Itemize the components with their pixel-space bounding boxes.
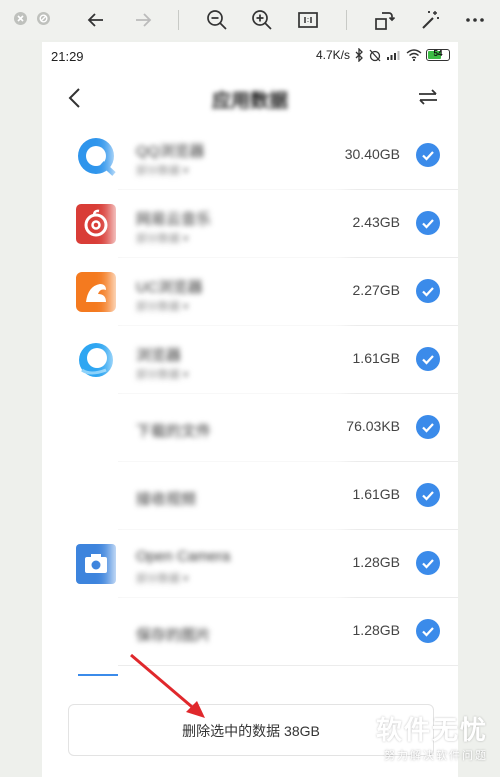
toolbar-divider xyxy=(346,10,347,30)
list-item[interactable]: Open Camera 部分数据 ▾ 1.28GB xyxy=(42,530,458,598)
checkbox-checked-icon[interactable] xyxy=(416,619,440,643)
app-name: 浏览器 xyxy=(136,347,182,364)
phone-screenshot: 21:29 4.7K/s 54 应用数据 QQ浏览器 部分数据 ▾ 30.40G… xyxy=(42,42,458,777)
app-name: 网易云音乐 xyxy=(136,211,212,228)
data-size: 2.27GB xyxy=(352,282,400,298)
checkbox-checked-icon[interactable] xyxy=(416,483,440,507)
checkbox-checked-icon[interactable] xyxy=(416,415,440,439)
bluetooth-icon xyxy=(355,48,363,62)
app-label-block: UC浏览器 部分数据 ▾ xyxy=(118,260,340,324)
data-size: 1.28GB xyxy=(352,554,400,570)
magic-wand-icon[interactable] xyxy=(418,8,442,32)
row-divider xyxy=(118,665,458,666)
qq-browser-icon xyxy=(78,138,116,176)
wifi-icon xyxy=(406,49,422,61)
app-name: 接收视频 xyxy=(136,491,197,508)
watermark-title: 软件无忧 xyxy=(375,715,488,745)
actual-size-icon[interactable] xyxy=(296,8,320,32)
rotate-icon[interactable] xyxy=(372,8,396,32)
data-size: 76.03KB xyxy=(346,418,400,434)
browser-icon xyxy=(79,343,113,377)
checkbox-checked-icon[interactable] xyxy=(416,279,440,303)
app-label-block: QQ浏览器 部分数据 ▾ xyxy=(118,124,340,188)
checkbox-checked-icon[interactable] xyxy=(416,551,440,575)
app-name: UC浏览器 xyxy=(136,279,203,296)
app-label-block: 接收视频 xyxy=(118,464,340,528)
app-subtitle: 部分数据 ▾ xyxy=(136,233,189,245)
checkbox-checked-icon[interactable] xyxy=(416,143,440,167)
data-size: 30.40GB xyxy=(344,146,400,162)
checkbox-checked-icon[interactable] xyxy=(416,211,440,235)
list-item[interactable]: 保存的图片 1.28GB xyxy=(42,598,458,666)
page-title: 应用数据 xyxy=(211,91,288,112)
battery-level: 54 xyxy=(433,49,443,58)
app-name: 下载的文件 xyxy=(136,423,212,440)
data-size: 1.61GB xyxy=(352,486,400,502)
status-bar: 21:29 4.7K/s 54 xyxy=(42,42,458,72)
list-item[interactable]: 浏览器 部分数据 ▾ 1.61GB xyxy=(42,326,458,394)
uc-browser-icon xyxy=(76,272,116,312)
checkbox-checked-icon[interactable] xyxy=(416,347,440,371)
signal-icon xyxy=(387,51,400,60)
app-name: 保存的图片 xyxy=(136,627,212,644)
status-time: 21:29 xyxy=(51,49,84,64)
data-size: 2.43GB xyxy=(352,214,400,230)
app-label-block: Open Camera 部分数据 ▾ xyxy=(118,532,340,596)
list-item[interactable]: UC浏览器 部分数据 ▾ 2.27GB xyxy=(42,258,458,326)
close-window-icon[interactable] xyxy=(14,12,27,25)
data-size: 1.61GB xyxy=(352,350,400,366)
app-subtitle: 部分数据 ▾ xyxy=(136,573,189,585)
zoom-out-icon[interactable] xyxy=(205,8,229,32)
watermark: 软件无忧 努力解决软件问题 xyxy=(376,710,488,763)
watermark-slogan: 努力解决软件问题 xyxy=(384,750,488,762)
app-label-block: 浏览器 部分数据 ▾ xyxy=(118,328,340,392)
more-icon[interactable] xyxy=(463,8,487,32)
camera-icon xyxy=(76,544,116,584)
viewer-toolbar xyxy=(0,0,500,40)
network-speed: 4.7K/s xyxy=(315,48,350,62)
list-item[interactable]: 下载的文件 76.03KB xyxy=(42,394,458,462)
forward-arrow-icon[interactable] xyxy=(131,8,155,32)
data-size: 1.28GB xyxy=(352,622,400,638)
list-item[interactable]: 网易云音乐 部分数据 ▾ 2.43GB xyxy=(42,190,458,258)
app-label-block: 保存的图片 xyxy=(118,600,340,664)
list-item[interactable]: QQ浏览器 部分数据 ▾ 30.40GB xyxy=(42,122,458,190)
app-subtitle: 部分数据 ▾ xyxy=(136,165,189,177)
list-item[interactable]: 接收视频 1.61GB xyxy=(42,462,458,530)
app-label-block: 网易云音乐 部分数据 ▾ xyxy=(118,192,340,256)
app-label-block: 下载的文件 xyxy=(118,396,340,460)
block-icon[interactable] xyxy=(37,12,50,25)
zoom-in-icon[interactable] xyxy=(250,8,274,32)
nav-bar: 应用数据 xyxy=(42,72,458,124)
back-arrow-icon[interactable] xyxy=(84,8,108,32)
app-subtitle: 部分数据 ▾ xyxy=(136,301,189,313)
sort-toggle-icon[interactable] xyxy=(416,86,440,108)
no-alarm-icon xyxy=(369,49,381,62)
app-name: Open Camera xyxy=(136,548,231,565)
partial-item-edge xyxy=(78,674,118,676)
app-name: QQ浏览器 xyxy=(136,143,205,160)
app-subtitle: 部分数据 ▾ xyxy=(136,369,189,381)
toolbar-divider xyxy=(178,10,179,30)
netease-music-icon xyxy=(76,204,116,244)
battery-icon: 54 xyxy=(426,49,450,61)
